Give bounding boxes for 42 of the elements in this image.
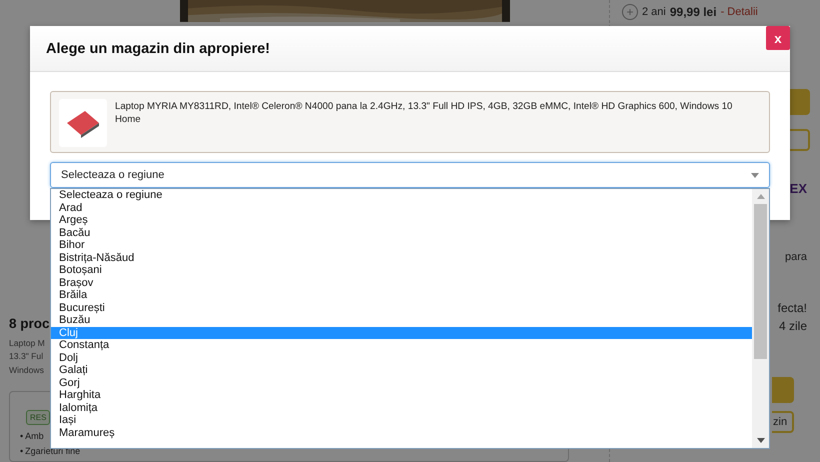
side-text: 4 zile — [778, 319, 807, 333]
region-option[interactable]: București — [51, 302, 752, 314]
scrollbar[interactable] — [752, 189, 769, 448]
region-option[interactable]: Selecteaza o regiune — [51, 189, 752, 202]
region-select[interactable]: Selecteaza o regiune — [50, 162, 770, 188]
region-option[interactable]: Bistrița-Năsăud — [51, 252, 752, 264]
description-text: Laptop M — [9, 336, 45, 350]
side-text: EX — [790, 181, 807, 196]
warranty-period: 2 ani — [642, 6, 666, 18]
side-text: fecta! — [778, 301, 807, 315]
description-text: 13.3" Ful — [9, 350, 44, 364]
modal-title: Alege un magazin din apropiere! — [46, 40, 270, 56]
region-option[interactable]: Brăila — [51, 289, 752, 302]
close-button[interactable]: x — [766, 26, 790, 50]
side-text: para — [784, 251, 807, 263]
scroll-down-icon[interactable] — [756, 438, 764, 443]
description-text: Windows — [9, 364, 44, 377]
region-option[interactable]: Arad — [51, 202, 752, 214]
store-button[interactable]: zin — [772, 411, 794, 433]
laptop-icon — [59, 99, 107, 147]
region-option[interactable]: Ialomița — [51, 402, 752, 414]
region-option[interactable]: Buzău — [51, 314, 752, 326]
region-option[interactable]: Bihor — [51, 239, 752, 252]
region-option[interactable]: Dolj — [51, 352, 752, 364]
heading: 8 proc — [9, 316, 50, 331]
region-option[interactable]: Harghita — [51, 389, 752, 402]
region-option[interactable]: Botoșani — [51, 264, 752, 276]
bullet-mark: • — [20, 445, 24, 458]
region-option[interactable]: Brașov — [51, 276, 752, 289]
warranty-price: 99,99 lei — [670, 5, 717, 19]
offer-badge: RES — [26, 410, 50, 426]
region-option[interactable]: Maramureș — [51, 426, 752, 439]
region-option[interactable]: Bacău — [51, 226, 752, 239]
region-option[interactable]: Galați — [51, 364, 752, 376]
bullet-mark: • — [20, 430, 24, 444]
bullet-text: Amb — [25, 430, 44, 444]
caret-icon — [751, 172, 759, 178]
region-option[interactable]: Gorj — [51, 376, 752, 389]
product-name: Laptop MYRIA MY8311RD, Intel® Celeron® N4000 pana la 2.4GHz, 13.3" Full HD IPS, 4GB, 32GB eMMC, Intel® HD Graphics 600, Windows 10 Home — [115, 100, 734, 126]
region-option[interactable]: Argeș — [51, 214, 752, 226]
region-option[interactable]: Iași — [51, 414, 752, 426]
region-option[interactable]: Constanța — [51, 339, 752, 352]
